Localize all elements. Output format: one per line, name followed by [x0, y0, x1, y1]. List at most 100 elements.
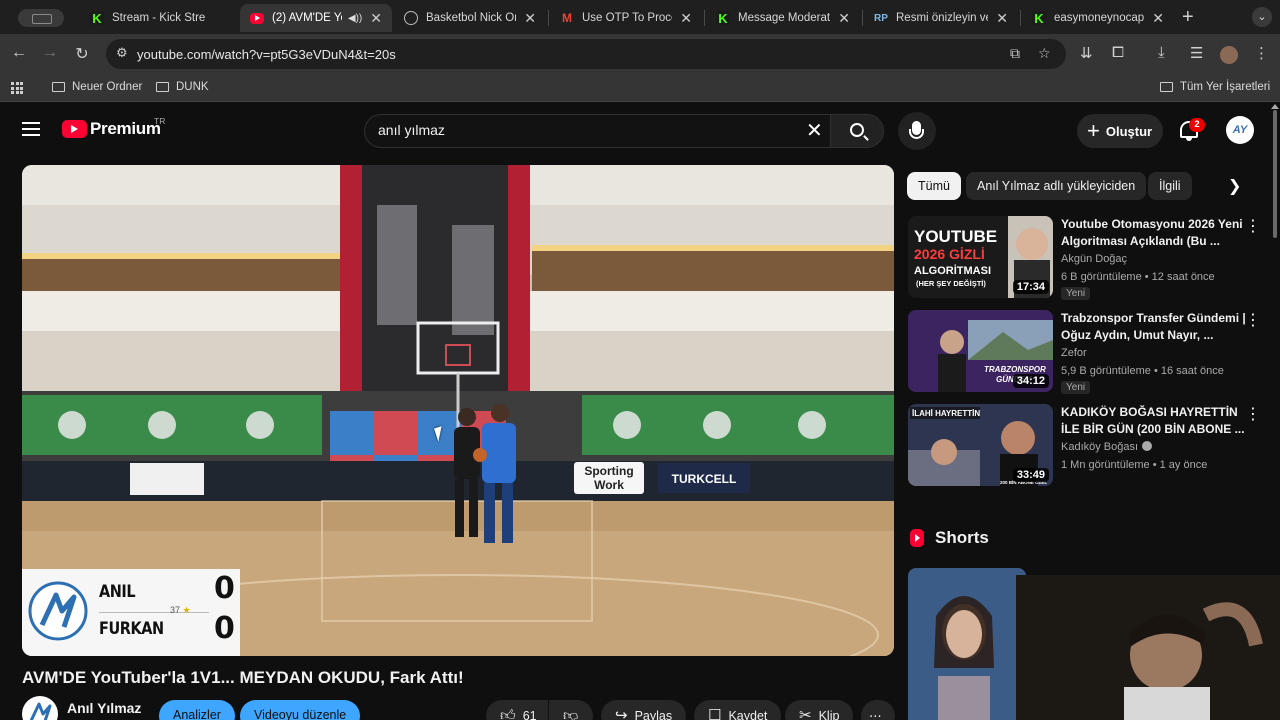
edit-video-button[interactable]: Videoyu düzenle	[240, 700, 361, 720]
share-button[interactable]: ↪ Paylaş	[601, 700, 687, 720]
clear-search-icon[interactable]: ✕	[806, 118, 823, 143]
recommendation-title[interactable]: KADIKÖY BOĞASI HAYRETTİN İLE BİR GÜN (20…	[1061, 404, 1249, 438]
player2-name: FURKAN	[99, 619, 164, 639]
video-thumbnail[interactable]: YOUTUBE 2026 GİZLİ ALGORİTMASI (HER ŞEY …	[908, 216, 1053, 298]
search-icon	[850, 123, 864, 137]
url-text[interactable]: youtube.com/watch?v=pt5G3eVDuN4&t=20s	[137, 47, 396, 62]
svg-text:TRABZONSPOR: TRABZONSPOR	[984, 365, 1046, 374]
reading-list-icon[interactable]: ☰	[1190, 44, 1203, 62]
bookmark-folder[interactable]: DUNK	[156, 81, 209, 93]
create-button[interactable]: + Oluştur	[1077, 114, 1163, 148]
reload-icon[interactable]: ↻	[72, 44, 92, 64]
svg-text:2026 GİZLİ: 2026 GİZLİ	[914, 246, 985, 262]
back-icon[interactable]: ←	[9, 44, 29, 62]
downloads-shelf-icon[interactable]: ⇊	[1080, 44, 1093, 62]
site-info-icon[interactable]: ⚙	[116, 45, 128, 61]
browser-tab[interactable]: RP Resmi önizleyin ve ✕	[864, 4, 1018, 32]
channel-avatar[interactable]	[22, 696, 58, 720]
notification-count-badge: 2	[1189, 118, 1205, 132]
new-tab-icon[interactable]: +	[1182, 6, 1194, 29]
scroll-up-arrow[interactable]	[1271, 104, 1279, 109]
more-options-icon[interactable]: ⋮	[1245, 404, 1261, 424]
video-thumbnail[interactable]: TRABZONSPOR GÜNDEM 34:12	[908, 310, 1053, 392]
chip-related[interactable]: İlgili	[1148, 172, 1192, 200]
chip-from-uploader[interactable]: Anıl Yılmaz adlı yükleyiciden	[966, 172, 1147, 200]
recommendation-title[interactable]: Trabzonspor Transfer Gündemi | Oğuz Aydı…	[1061, 310, 1249, 344]
shorts-icon	[910, 529, 924, 547]
browser-profile-avatar[interactable]	[1220, 46, 1238, 64]
video-thumbnail[interactable]: İLAHİ HAYRETTİN 200 BİN ABONE ÖZEL 33:49	[908, 404, 1053, 486]
player1-score: 0	[214, 571, 235, 606]
install-app-icon[interactable]: ⧉	[1010, 45, 1020, 62]
tab-list-icon[interactable]: ⌄	[1252, 7, 1272, 27]
video-title: AVM'DE YouTuber'la 1V1... MEYDAN OKUDU, …	[22, 668, 464, 687]
close-tab-icon[interactable]: ✕	[524, 10, 536, 27]
browser-tab[interactable]: M Use OTP To Procee ✕	[550, 4, 702, 32]
chevron-right-icon[interactable]: ❯	[1228, 176, 1241, 196]
more-options-icon[interactable]: ⋮	[1245, 216, 1261, 236]
svg-text:(HER ŞEY DEĞİŞTİ): (HER ŞEY DEĞİŞTİ)	[916, 279, 986, 288]
bookmark-folder[interactable]: Neuer Ordner	[52, 81, 142, 93]
search-query[interactable]: anıl yılmaz	[378, 122, 445, 138]
recommendation-item[interactable]: YOUTUBE 2026 GİZLİ ALGORİTMASI (HER ŞEY …	[908, 216, 1261, 300]
recommendation-channel[interactable]: Kadıköy Boğası	[1061, 441, 1153, 453]
tab-divider	[704, 10, 705, 26]
browser-tab[interactable]: K easymoneynocap S ✕	[1022, 4, 1174, 32]
close-tab-icon[interactable]: ✕	[1152, 10, 1164, 27]
address-bar[interactable]: ⚙ youtube.com/watch?v=pt5G3eVDuN4&t=20s …	[106, 39, 1066, 69]
more-icon: ⋯	[869, 709, 882, 720]
folder-icon	[156, 82, 169, 92]
bookmark-star-icon[interactable]: ☆	[1038, 45, 1051, 62]
close-tab-icon[interactable]: ✕	[370, 10, 382, 27]
channel-name[interactable]: Anıl Yılmaz	[67, 700, 141, 716]
new-badge: Yeni	[1061, 381, 1091, 394]
new-badge: Yeni	[1061, 287, 1091, 300]
browser-menu-icon[interactable]: ⋮	[1254, 44, 1269, 62]
browser-tab[interactable]: K Stream - Kick Stre	[80, 4, 238, 32]
save-icon: ☐	[708, 707, 722, 720]
forward-icon[interactable]: →	[40, 44, 60, 62]
recommendation-item[interactable]: TRABZONSPOR GÜNDEM 34:12 Trabzonspor Tra…	[908, 310, 1261, 394]
all-bookmarks-folder[interactable]: Tüm Yer İşaretleri	[1160, 81, 1270, 93]
search-button[interactable]	[830, 114, 884, 148]
browser-tab-active[interactable]: (2) AVM'DE You ◀)) ✕	[240, 4, 392, 32]
recommendation-channel[interactable]: Zefor	[1061, 347, 1087, 359]
extensions-icon[interactable]: ⧠	[1112, 44, 1124, 61]
browser-tab[interactable]: K Message Moderatio ✕	[706, 4, 860, 32]
short-art	[908, 568, 1026, 720]
clip-button[interactable]: ✂ Klip	[785, 700, 854, 720]
sponsor-work-text: Work	[594, 478, 624, 492]
close-tab-icon[interactable]: ✕	[996, 10, 1008, 27]
region-code: TR	[154, 116, 166, 126]
recommendation-item[interactable]: İLAHİ HAYRETTİN 200 BİN ABONE ÖZEL 33:49…	[908, 404, 1261, 486]
more-actions-button[interactable]: ⋯	[861, 700, 895, 720]
more-options-icon[interactable]: ⋮	[1245, 310, 1261, 330]
scoreboard-overlay: ANIL FURKAN 37 ★ 0 0	[22, 569, 240, 656]
tab-search-icon[interactable]	[18, 9, 64, 27]
plus-icon: +	[1087, 118, 1100, 143]
save-button[interactable]: ☐ Kaydet	[694, 700, 782, 720]
browser-toolbar: ← → ↻ ⚙ youtube.com/watch?v=pt5G3eVDuN4&…	[0, 34, 1280, 74]
browser-tab[interactable]: Basketbol Nick Öne ✕	[394, 4, 546, 32]
share-icon: ↪	[615, 707, 628, 720]
account-avatar[interactable]: AY	[1226, 116, 1254, 144]
close-tab-icon[interactable]: ✕	[838, 10, 850, 27]
recommendation-channel[interactable]: Akgün Doğaç	[1061, 253, 1127, 265]
close-tab-icon[interactable]: ✕	[680, 10, 692, 27]
youtube-header: Premium TR anıl yılmaz ✕ + Oluştur AY	[0, 102, 1280, 158]
svg-text:YOUTUBE: YOUTUBE	[914, 227, 997, 246]
dislike-button[interactable]: 👎︎	[549, 700, 593, 720]
download-icon[interactable]: ⤓	[1158, 44, 1165, 61]
shorts-thumbnail[interactable]	[908, 568, 1026, 720]
recommendation-title[interactable]: Youtube Otomasyonu 2026 Yeni Algoritması…	[1061, 216, 1249, 250]
voice-search-button[interactable]	[898, 112, 936, 150]
speaker-icon[interactable]: ◀))	[348, 13, 362, 24]
analytics-button[interactable]: Analizler	[159, 700, 235, 720]
player1-name: ANIL	[99, 582, 136, 602]
menu-icon[interactable]	[22, 122, 40, 136]
like-button[interactable]: 👍︎ 61	[486, 700, 548, 720]
apps-grid-icon[interactable]	[11, 82, 23, 94]
page-scrollbar[interactable]	[1273, 110, 1277, 238]
youtube-premium-logo[interactable]: Premium	[62, 119, 161, 139]
chip-all[interactable]: Tümü	[907, 172, 961, 200]
